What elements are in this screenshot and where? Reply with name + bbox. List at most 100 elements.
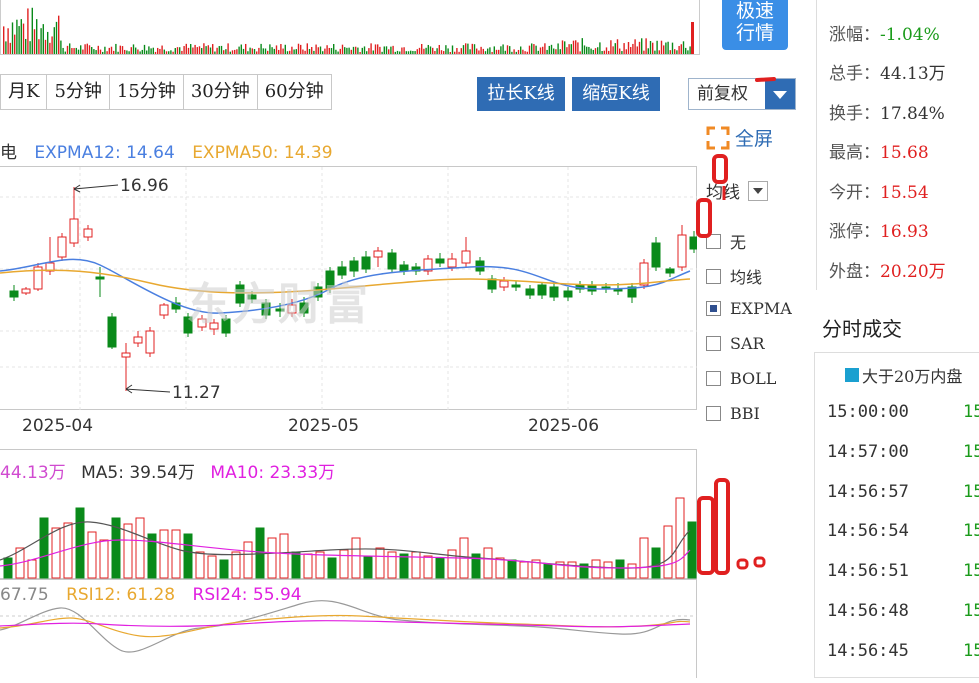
annotation-arrow: [125, 388, 171, 393]
top-bar: [434, 51, 436, 54]
info-volume: 总手：44.13万: [829, 64, 946, 84]
top-bar: [97, 45, 99, 54]
top-bar: [253, 49, 256, 54]
top-bar: [363, 46, 366, 54]
volume-chart[interactable]: [0, 449, 697, 579]
top-bar: [570, 44, 572, 54]
top-bar: [553, 48, 555, 54]
top-bar: [638, 41, 641, 54]
volume-bar: [315, 551, 325, 579]
top-bar: [326, 45, 328, 54]
top-bar: [379, 46, 381, 54]
top-bar: [141, 49, 143, 54]
top-bar: [410, 50, 412, 54]
top-bar: [251, 48, 253, 54]
volume-bar: [387, 551, 397, 579]
volume-bar: [507, 559, 517, 579]
tab-60min[interactable]: 60分钟: [258, 75, 331, 109]
top-bar: [300, 44, 302, 54]
candle-body: [639, 262, 649, 286]
rsi-chart[interactable]: [0, 579, 697, 678]
top-bar: [315, 44, 317, 54]
top-bar: [75, 47, 77, 54]
top-bar: [572, 40, 575, 54]
top-bar: [542, 46, 544, 54]
top-bar: [636, 46, 638, 54]
lengthen-k-button[interactable]: 拉长K线: [477, 77, 565, 111]
tab-5min[interactable]: 5分钟: [47, 75, 110, 109]
info-turnover: 换手：17.84%: [829, 104, 945, 124]
top-bar: [3, 26, 5, 54]
tick-row: 14:56:45: [827, 641, 909, 661]
scribble-mark: [755, 77, 776, 82]
shorten-k-button[interactable]: 缩短K线: [572, 77, 660, 111]
top-bar: [671, 42, 674, 54]
top-bar: [135, 47, 137, 54]
ticks-filter[interactable]: 大于20万内盘: [845, 363, 962, 387]
tick-row: 14:56:48: [827, 601, 909, 621]
top-bar: [599, 42, 601, 54]
top-bar: [548, 45, 550, 54]
top-bar: [388, 49, 390, 54]
top-bar: [658, 50, 660, 54]
volume-bar: [483, 547, 493, 579]
candle-body: [677, 234, 687, 268]
adjust-select[interactable]: 前复权: [688, 78, 796, 110]
top-bar: [603, 50, 605, 54]
top-bar: [335, 49, 337, 54]
candle-body: [549, 286, 559, 298]
candle-body: [21, 288, 31, 294]
low-label: 11.27: [172, 383, 221, 403]
top-bar: [561, 40, 564, 54]
info-high: 最高：15.68: [829, 143, 929, 163]
top-bar: [627, 42, 630, 54]
candle-body: [511, 284, 521, 288]
x-label-apr: 2025-04: [22, 416, 94, 436]
top-bar: [86, 43, 88, 54]
top-bar: [104, 46, 106, 54]
tab-15min[interactable]: 15分钟: [110, 75, 184, 109]
top-bar: [564, 41, 566, 54]
volume-bar: [567, 561, 577, 579]
top-bar: [495, 49, 498, 54]
candle-body: [145, 330, 155, 354]
top-bar: [669, 50, 671, 54]
top-bar: [480, 46, 482, 54]
tick-row: 14:56:54: [827, 521, 909, 541]
top-bar: [194, 44, 196, 54]
top-bar: [38, 39, 40, 54]
top-bar: [245, 43, 247, 54]
top-bar: [619, 48, 621, 54]
candle-body: [487, 278, 497, 290]
top-bar: [592, 49, 594, 54]
top-bar: [339, 48, 341, 54]
quote-info-panel: 涨幅：-1.04% 总手：44.13万 换手：17.84% 最高：15.68 今…: [816, 0, 979, 290]
tab-30min[interactable]: 30分钟: [184, 75, 258, 109]
tab-month-k[interactable]: 月K: [1, 75, 48, 109]
top-bar: [601, 51, 603, 54]
volume-bar: [543, 563, 553, 579]
top-bar: [157, 47, 159, 54]
fullscreen-button[interactable]: 全屏: [706, 124, 773, 151]
top-bar: [355, 46, 357, 54]
top-bar: [597, 47, 599, 54]
candle-body: [69, 218, 79, 244]
candle-body: [133, 336, 143, 344]
candle-body: [373, 250, 383, 258]
top-bar: [608, 50, 610, 54]
top-bar: [262, 48, 264, 54]
top-bar: [115, 43, 117, 54]
top-bar: [201, 48, 203, 54]
top-bar: [330, 48, 333, 54]
candle-body: [9, 290, 19, 298]
top-bar: [9, 42, 11, 54]
tick-price: 15: [963, 482, 979, 502]
top-bar: [271, 47, 273, 54]
speed-quote-button[interactable]: 极速 行情: [722, 0, 788, 50]
top-bar: [493, 46, 495, 54]
top-bar: [440, 50, 443, 54]
top-bar: [526, 51, 528, 54]
top-bar: [632, 43, 634, 54]
top-bar: [381, 51, 383, 54]
top-bar: [531, 43, 533, 54]
